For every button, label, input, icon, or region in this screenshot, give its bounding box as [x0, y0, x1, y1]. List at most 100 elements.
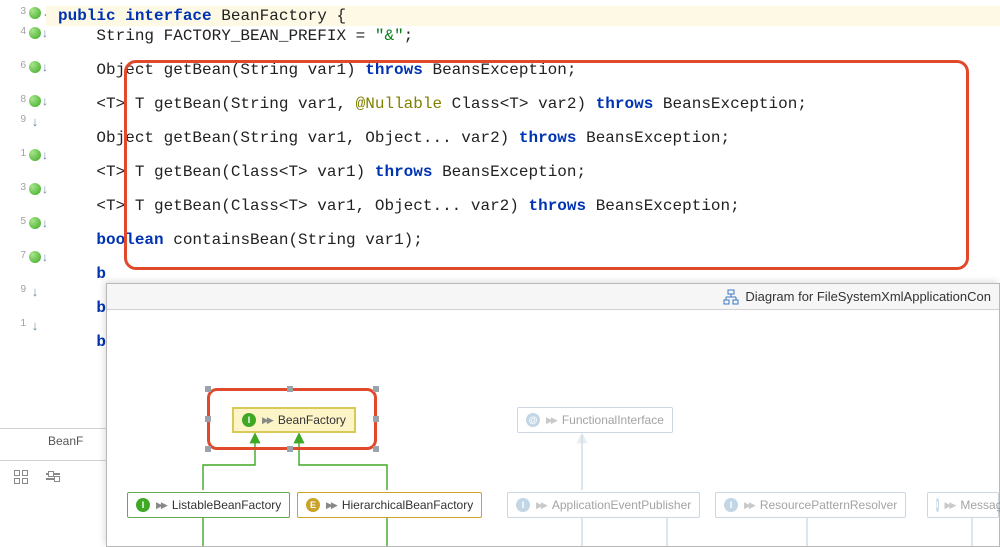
gutter-row[interactable]: 9↓	[0, 114, 46, 134]
string-literal: "&"	[375, 27, 404, 45]
gutter-row[interactable]: 8	[0, 94, 46, 114]
code-text: ;	[404, 27, 414, 45]
annotation: @Nullable	[356, 95, 442, 113]
keyword-throws: throws	[375, 163, 433, 181]
line-number: 3	[16, 6, 26, 17]
keyword-throws: throws	[519, 129, 577, 147]
node-indicator-icon: ▶▶	[945, 500, 955, 511]
override-marker-icon	[28, 6, 42, 20]
node-label: ListableBeanFactory	[172, 498, 281, 512]
code-text: BeansException;	[586, 197, 740, 215]
gutter-row[interactable]: 4	[0, 26, 46, 46]
selection-handle[interactable]	[373, 446, 379, 452]
annotation-badge-icon: @	[526, 413, 540, 427]
line-number: 1	[16, 148, 26, 159]
keyword-throws: throws	[596, 95, 654, 113]
code-text: <T> T getBean(Class<T> var1, Object... v…	[58, 197, 528, 215]
gutter-row[interactable]: 1↓	[0, 318, 46, 338]
code-text: BeansException;	[576, 129, 730, 147]
tool-bar	[0, 460, 106, 492]
node-indicator-icon: ▶▶	[326, 500, 336, 511]
interface-badge-icon: I	[136, 498, 150, 512]
code-text: b	[58, 265, 106, 283]
gutter-row[interactable]	[0, 80, 46, 94]
selection-handle[interactable]	[205, 446, 211, 452]
gutter-empty	[28, 168, 42, 182]
node-label: FunctionalInterface	[562, 413, 664, 427]
gutter-empty	[28, 236, 42, 250]
selection-handle[interactable]	[287, 446, 293, 452]
diagram-canvas[interactable]: I ▶▶ BeanFactory @ ▶▶ FunctionalInterfac…	[107, 310, 999, 546]
gutter-row[interactable]: 3	[0, 6, 46, 26]
gutter: 34689↓13579↓1↓	[0, 0, 46, 430]
keyword-boolean: boolean	[96, 231, 163, 249]
node-label: BeanFactory	[278, 413, 346, 427]
code-text: BeansException;	[653, 95, 807, 113]
tab-beanfactory[interactable]: BeanF	[48, 434, 83, 448]
node-hierarchicalbeanfactory[interactable]: E ▶▶ HierarchicalBeanFactory	[297, 492, 482, 518]
keyword-throws: throws	[365, 61, 423, 79]
gutter-row[interactable]: 3	[0, 182, 46, 202]
keyword-throws: throws	[528, 197, 586, 215]
node-listablebeanfactory[interactable]: I ▶▶ ListableBeanFactory	[127, 492, 290, 518]
gutter-row[interactable]: 6	[0, 60, 46, 80]
code-text: Object getBean(String var1)	[58, 61, 365, 79]
code-text: b	[58, 299, 106, 317]
gutter-row[interactable]: 5	[0, 216, 46, 236]
override-marker-icon	[28, 26, 42, 40]
code-text: String FACTORY_BEAN_PREFIX =	[58, 27, 375, 45]
diagram-icon	[723, 289, 739, 305]
node-message[interactable]: I ▶▶ Messag	[927, 492, 999, 518]
selection-handle[interactable]	[373, 416, 379, 422]
selection-handle[interactable]	[373, 386, 379, 392]
keyword-public: public	[58, 7, 116, 25]
node-indicator-icon: ▶▶	[744, 500, 754, 511]
gutter-row[interactable]	[0, 134, 46, 148]
interface-badge-icon: E	[306, 498, 320, 512]
node-indicator-icon: ▶▶	[546, 415, 556, 426]
selection-handle[interactable]	[205, 386, 211, 392]
gutter-row[interactable]	[0, 270, 46, 284]
interface-badge-icon: I	[936, 498, 939, 512]
node-label: HierarchicalBeanFactory	[342, 498, 473, 512]
node-resourcepatternresolver[interactable]: I ▶▶ ResourcePatternResolver	[715, 492, 906, 518]
override-marker-icon	[28, 94, 42, 108]
gutter-row[interactable]: 9↓	[0, 284, 46, 304]
override-marker-icon	[28, 216, 42, 230]
line-number: 5	[16, 216, 26, 227]
diagram-panel: Diagram for FileSystemXmlApplicationCon	[106, 283, 1000, 547]
node-applicationeventpublisher[interactable]: I ▶▶ ApplicationEventPublisher	[507, 492, 700, 518]
node-functionalinterface[interactable]: @ ▶▶ FunctionalInterface	[517, 407, 673, 433]
gutter-row[interactable]	[0, 202, 46, 216]
override-marker-icon	[28, 148, 42, 162]
code-text: <T> T getBean(Class<T> var1)	[58, 163, 375, 181]
gutter-row[interactable]	[0, 168, 46, 182]
node-indicator-icon: ▶▶	[156, 500, 166, 511]
gutter-empty	[28, 46, 42, 60]
grid-icon[interactable]	[12, 468, 30, 486]
interface-badge-icon: I	[242, 413, 256, 427]
line-number: 9	[16, 284, 26, 295]
gutter-row[interactable]: 1	[0, 148, 46, 168]
node-indicator-icon: ▶▶	[536, 500, 546, 511]
gutter-row[interactable]	[0, 46, 46, 60]
line-number: 7	[16, 250, 26, 261]
class-decl: BeanFactory {	[212, 7, 346, 25]
gutter-row[interactable]	[0, 236, 46, 250]
line-number: 3	[16, 182, 26, 193]
line-number: 6	[16, 60, 26, 71]
node-beanfactory[interactable]: I ▶▶ BeanFactory	[232, 407, 356, 433]
sliders-icon[interactable]	[44, 468, 62, 486]
gutter-row[interactable]: 7	[0, 250, 46, 270]
gutter-empty	[28, 80, 42, 94]
interface-badge-icon: I	[516, 498, 530, 512]
gutter-empty	[28, 134, 42, 148]
gutter-row[interactable]	[0, 304, 46, 318]
override-marker-icon	[28, 182, 42, 196]
code-text: BeansException;	[432, 163, 586, 181]
selection-handle[interactable]	[205, 416, 211, 422]
selection-handle[interactable]	[287, 386, 293, 392]
code-text: Class<T> var2)	[442, 95, 596, 113]
gutter-empty	[28, 304, 42, 318]
code-text: Object getBean(String var1, Object... va…	[58, 129, 519, 147]
